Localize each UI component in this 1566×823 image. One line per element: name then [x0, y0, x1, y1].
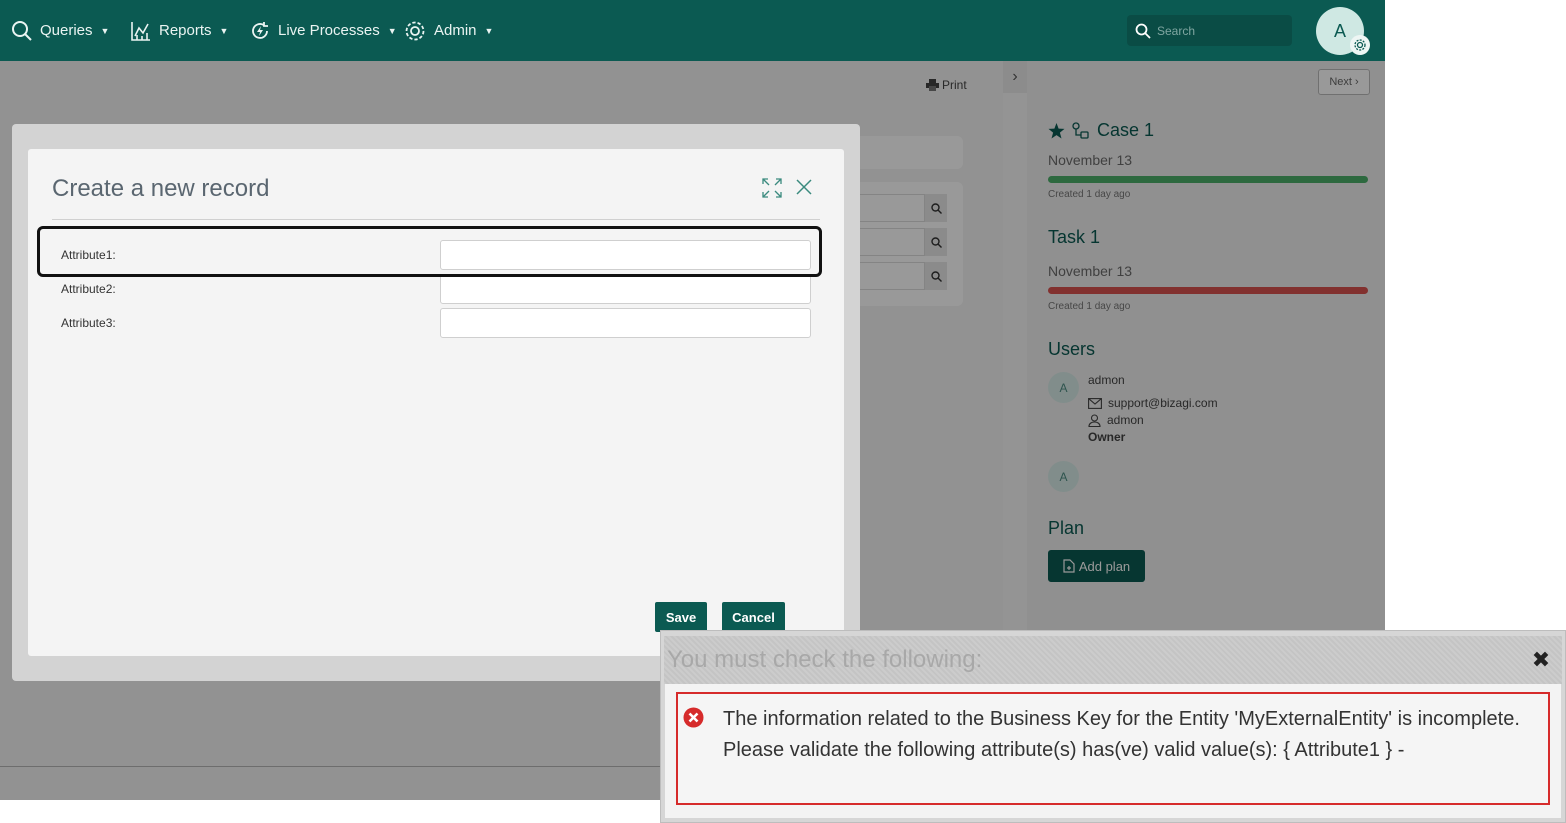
close-icon[interactable]: [795, 178, 813, 196]
attribute1-highlight-frame: [37, 226, 822, 277]
search-icon: [12, 20, 32, 41]
attribute3-input[interactable]: [440, 308, 811, 338]
search-input[interactable]: [1157, 23, 1277, 38]
attribute3-label: Attribute3:: [61, 316, 116, 330]
search-icon: [1135, 23, 1151, 39]
caret-down-icon: ▼: [219, 25, 229, 36]
nav-live-processes[interactable]: Live Processes ▼: [249, 0, 397, 61]
global-search[interactable]: [1127, 15, 1292, 46]
chart-icon: [131, 21, 150, 41]
nav-reports-label: Reports: [159, 22, 212, 39]
validation-error-message: The information related to the Business …: [723, 708, 1520, 761]
modal-divider: [52, 219, 820, 220]
caret-down-icon: ▼: [387, 25, 397, 36]
nav-queries-label: Queries: [40, 22, 93, 39]
cancel-button[interactable]: Cancel: [722, 602, 785, 632]
live-process-icon: [252, 21, 268, 39]
save-button[interactable]: Save: [655, 602, 707, 632]
caret-down-icon: ▼: [100, 25, 110, 36]
validation-dialog-title: You must check the following:: [667, 646, 983, 673]
settings-gear-icon[interactable]: [1350, 35, 1370, 55]
error-icon: [683, 707, 704, 728]
caret-down-icon: ▼: [484, 25, 494, 36]
nav-live-processes-label: Live Processes: [278, 22, 380, 39]
nav-admin-label: Admin: [434, 22, 477, 39]
validation-close-icon[interactable]: ✖: [1530, 647, 1552, 672]
nav-queries[interactable]: Queries ▼: [11, 0, 109, 61]
gear-icon: [405, 21, 425, 40]
top-navigation-bar: Queries ▼ Reports ▼ Live Processes ▼ Adm…: [0, 0, 1385, 61]
modal-title: Create a new record: [52, 175, 270, 202]
attribute2-input[interactable]: [440, 274, 811, 304]
nav-admin[interactable]: Admin ▼: [403, 0, 493, 61]
expand-icon[interactable]: [762, 178, 782, 198]
attribute2-label: Attribute2:: [61, 282, 116, 296]
nav-reports[interactable]: Reports ▼: [130, 0, 228, 61]
